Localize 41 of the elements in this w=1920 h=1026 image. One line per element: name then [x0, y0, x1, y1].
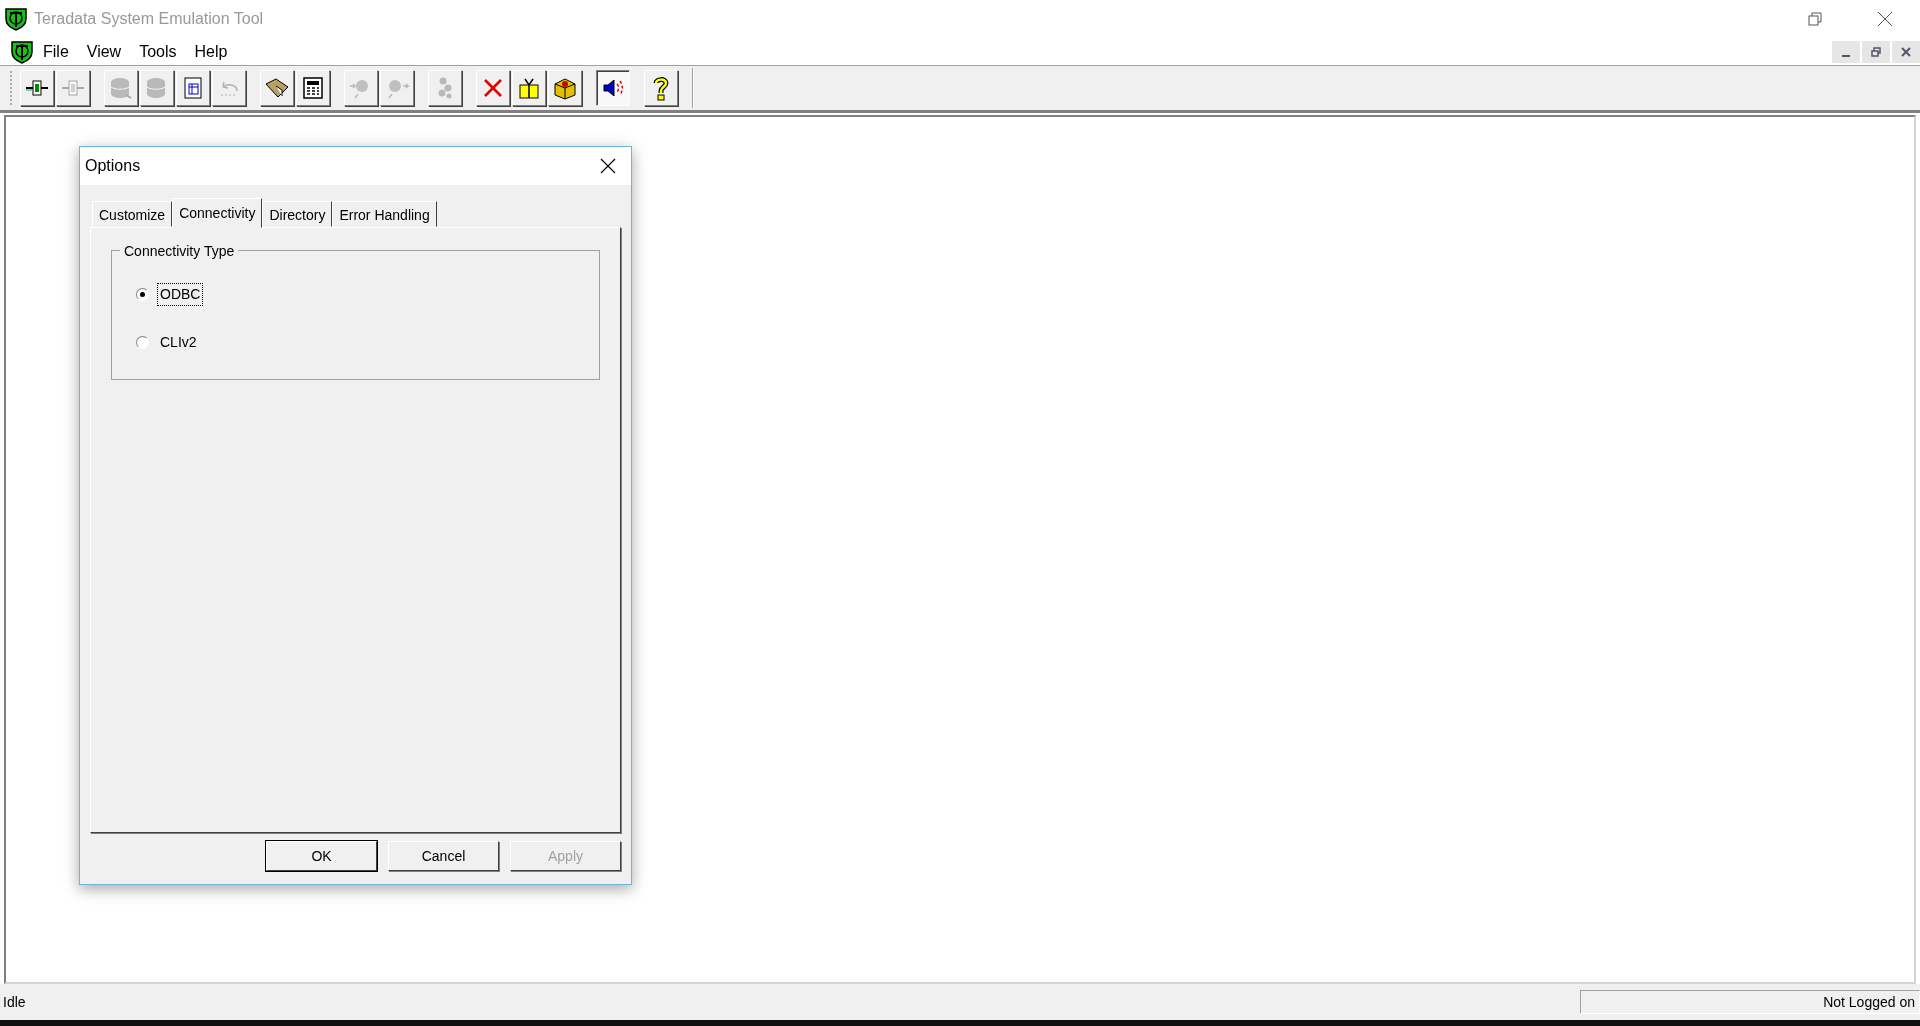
- minimize-icon: [1842, 54, 1850, 57]
- tab[interactable]: Connectivity: [172, 198, 263, 228]
- tab[interactable]: Customize: [92, 201, 173, 227]
- gift-box-icon: [516, 76, 542, 100]
- close-icon: [1901, 46, 1911, 57]
- restore-icon: [1871, 46, 1881, 57]
- window-title: Teradata System Emulation Tool: [34, 9, 264, 29]
- document-icon: [183, 76, 203, 100]
- help-question-icon: [651, 75, 671, 101]
- plug-icon: [24, 77, 50, 99]
- restore-button[interactable]: [1862, 40, 1890, 63]
- close-button[interactable]: [1892, 40, 1920, 63]
- minimize-button[interactable]: [1832, 40, 1860, 63]
- shield-logo-icon: [10, 39, 34, 64]
- database-icon: [108, 76, 134, 100]
- speaker-icon: [601, 76, 625, 100]
- radio-button[interactable]: [136, 287, 149, 301]
- radio-label[interactable]: ODBC: [157, 282, 204, 306]
- menu-item[interactable]: Help: [185, 39, 237, 64]
- close-icon: [1877, 11, 1893, 27]
- menu-item[interactable]: File: [34, 39, 78, 64]
- radio-label[interactable]: CLIv2: [157, 330, 200, 354]
- radio-button[interactable]: [136, 335, 149, 349]
- dialog-button[interactable]: Cancel: [388, 841, 499, 871]
- package-icon: [552, 76, 578, 100]
- toolbar-grip[interactable]: [10, 71, 14, 105]
- menu-item[interactable]: Tools: [130, 39, 186, 64]
- folder-hand-icon: [264, 76, 290, 100]
- status-panel: Not Logged on: [1580, 990, 1920, 1014]
- tab[interactable]: Error Handling: [332, 201, 437, 227]
- tab[interactable]: Directory: [262, 201, 333, 227]
- status-text: Idle: [2, 992, 26, 1012]
- calculator-icon: [302, 76, 324, 100]
- menu-item[interactable]: View: [77, 39, 131, 64]
- dialog-button[interactable]: OK: [266, 841, 377, 871]
- restore-icon: [1808, 12, 1822, 26]
- close-icon: [600, 158, 616, 174]
- toolbar-button[interactable]: [596, 70, 630, 106]
- dialog-title: Options: [85, 156, 141, 176]
- unplug-icon: [60, 77, 86, 99]
- shield-logo-icon: [4, 7, 28, 31]
